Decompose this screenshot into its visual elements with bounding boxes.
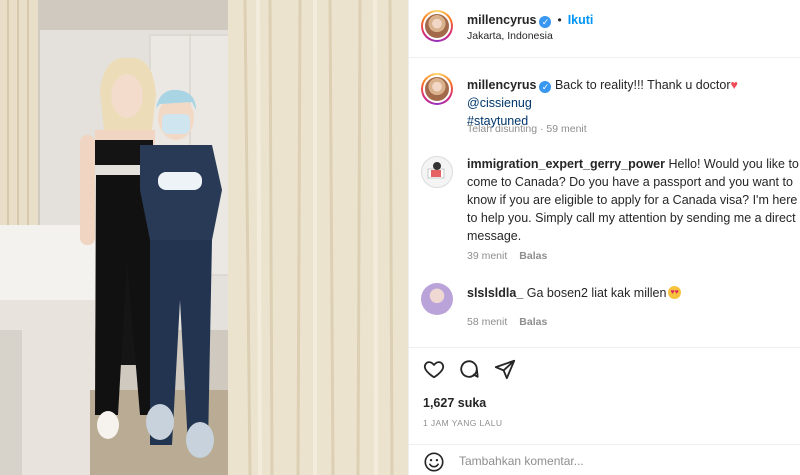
caption-body: Back to reality!!! Thank u doctor — [554, 78, 731, 92]
comment-username[interactable]: slslsldla_ — [467, 286, 523, 300]
comment-time: 58 menit — [467, 316, 508, 328]
verified-badge-icon: ✓ — [539, 16, 552, 28]
speech-bubble-icon[interactable] — [458, 358, 480, 385]
caption-edited-meta: Telah disunting · 59 menit — [467, 123, 587, 135]
paper-plane-icon[interactable] — [494, 358, 516, 385]
verified-badge-icon: ✓ — [539, 81, 552, 93]
post-time-ago[interactable]: 1 JAM YANG LALU — [423, 418, 502, 428]
post-header: millencyrus ✓ • Ikuti Jakarta, Indonesia — [409, 0, 800, 58]
follow-button[interactable]: Ikuti — [568, 13, 594, 27]
post-side-panel: millencyrus ✓ • Ikuti Jakarta, Indonesia mi… — [408, 0, 800, 475]
comment-time: 39 menit — [467, 250, 508, 262]
caption-author-avatar[interactable] — [421, 73, 453, 105]
smiley-icon[interactable] — [423, 451, 445, 475]
caption-author-avatar-image — [423, 75, 451, 103]
reply-button[interactable]: Balas — [519, 316, 547, 328]
heart-eyes-emoji-icon: ♥♥ — [668, 286, 682, 299]
add-comment-bar — [409, 444, 800, 475]
author-avatar-image — [423, 12, 451, 40]
caption-text: millencyrus ✓ Back to reality!!! Thank u … — [467, 76, 800, 130]
comment-text: slslsldla_ Ga bosen2 liat kak millen ♥♥ — [467, 284, 800, 302]
add-comment-input[interactable] — [457, 453, 761, 469]
comment-body: Ga bosen2 liat kak millen — [526, 286, 667, 300]
comment-meta: 58 menit Balas — [467, 316, 547, 328]
header-title-row: millencyrus ✓ • Ikuti — [467, 11, 593, 29]
comment-meta: 39 menit Balas — [467, 250, 547, 262]
caption-mention-link[interactable]: @cissienug — [467, 96, 532, 110]
flag-avatar-icon — [422, 157, 452, 187]
comment-username[interactable]: immigration_expert_gerry_power — [467, 157, 665, 171]
post-photo — [0, 0, 408, 475]
heart-outline-icon[interactable] — [423, 358, 445, 385]
post-location[interactable]: Jakarta, Indonesia — [467, 30, 553, 42]
reply-button[interactable]: Balas — [519, 250, 547, 262]
author-username[interactable]: millencyrus — [467, 13, 536, 27]
post-photo-illustration — [0, 0, 408, 475]
caption-username[interactable]: millencyrus — [467, 78, 536, 92]
comment-text: immigration_expert_gerry_power Hello! Wo… — [467, 155, 800, 245]
red-heart-emoji-icon: ♥ — [730, 78, 738, 92]
author-avatar[interactable] — [421, 10, 453, 42]
likes-count[interactable]: 1,627 suka — [423, 396, 486, 410]
dot-separator: • — [557, 13, 562, 27]
commenter-avatar[interactable] — [421, 283, 453, 315]
commenter-avatar[interactable] — [421, 156, 453, 188]
